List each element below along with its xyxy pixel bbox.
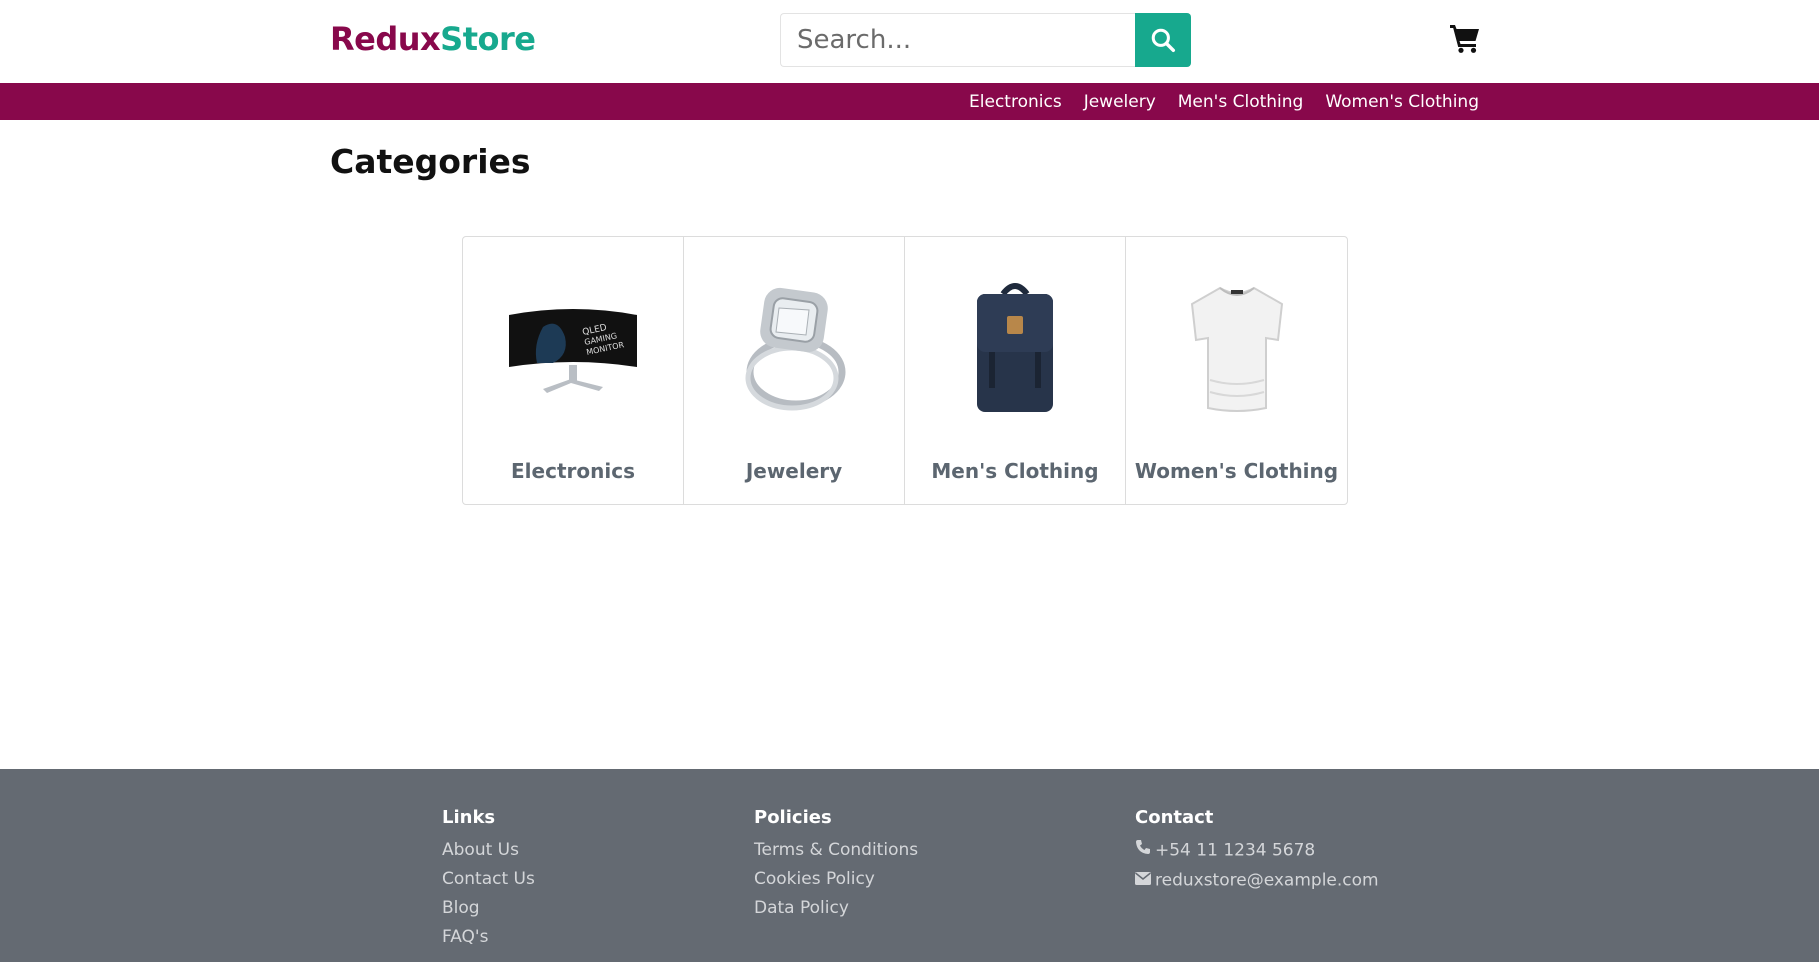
footer-contact-heading: Contact: [1135, 807, 1214, 828]
footer-contact-column: Contact +54 11 1234 5678 reduxstore@exam…: [1135, 807, 1379, 895]
nav-link-womens-clothing[interactable]: Women's Clothing: [1325, 92, 1479, 112]
search-bar: [780, 13, 1191, 67]
category-card-womens-clothing[interactable]: Women's Clothing: [1126, 237, 1347, 504]
footer-policies-column: Policies Terms & Conditions Cookies Poli…: [754, 807, 918, 923]
footer-contact-email[interactable]: reduxstore@example.com: [1135, 866, 1379, 896]
category-label: Electronics: [511, 459, 635, 483]
footer-link-about-us[interactable]: About Us: [442, 836, 535, 865]
footer-contact-phone[interactable]: +54 11 1234 5678: [1135, 836, 1379, 866]
site-header: ReduxStore: [0, 0, 1819, 83]
category-nav-bar: Electronics Jewelery Men's Clothing Wome…: [0, 83, 1819, 120]
category-label: Women's Clothing: [1134, 459, 1339, 483]
search-icon: [1151, 28, 1176, 53]
monitor-image: QLED GAMING MONITOR: [503, 277, 643, 417]
footer-link-blog[interactable]: Blog: [442, 894, 535, 923]
footer-policies-heading: Policies: [754, 807, 832, 828]
nav-link-mens-clothing[interactable]: Men's Clothing: [1178, 92, 1304, 112]
category-label: Men's Clothing: [931, 459, 1099, 483]
nav-link-electronics[interactable]: Electronics: [969, 92, 1062, 112]
email-text: reduxstore@example.com: [1155, 870, 1379, 890]
category-card-jewelery[interactable]: Jewelery: [684, 237, 905, 504]
footer-link-cookies-policy[interactable]: Cookies Policy: [754, 865, 918, 894]
footer-link-contact-us[interactable]: Contact Us: [442, 865, 535, 894]
phone-icon: [1135, 836, 1155, 865]
brand-logo-part2: Store: [440, 20, 536, 58]
ring-image: [724, 277, 864, 417]
category-label: Jewelery: [745, 459, 843, 483]
tshirt-image: [1167, 277, 1307, 417]
page-title: Categories: [330, 142, 531, 181]
category-card-mens-clothing[interactable]: Men's Clothing: [905, 237, 1126, 504]
shopping-cart-icon: [1450, 25, 1479, 53]
phone-text: +54 11 1234 5678: [1155, 840, 1316, 861]
category-nav-links: Electronics Jewelery Men's Clothing Wome…: [969, 83, 1479, 120]
nav-link-jewelery[interactable]: Jewelery: [1084, 92, 1156, 112]
envelope-icon: [1135, 866, 1155, 895]
footer-link-faqs[interactable]: FAQ's: [442, 923, 535, 952]
footer-link-terms[interactable]: Terms & Conditions: [754, 836, 918, 865]
search-button[interactable]: [1135, 13, 1191, 67]
category-cards: QLED GAMING MONITOR Electronics Jewelery: [462, 236, 1348, 505]
search-input[interactable]: [780, 13, 1135, 67]
category-card-electronics[interactable]: QLED GAMING MONITOR Electronics: [463, 237, 684, 504]
footer-links-heading: Links: [442, 807, 496, 828]
footer-links-column: Links About Us Contact Us Blog FAQ's: [442, 807, 535, 952]
brand-logo-part1: Redux: [330, 20, 441, 58]
site-footer: Links About Us Contact Us Blog FAQ's Pol…: [0, 769, 1819, 962]
backpack-image: [945, 277, 1085, 417]
cart-button[interactable]: [1449, 22, 1481, 54]
footer-link-data-policy[interactable]: Data Policy: [754, 894, 918, 923]
brand-logo[interactable]: ReduxStore: [330, 20, 536, 58]
